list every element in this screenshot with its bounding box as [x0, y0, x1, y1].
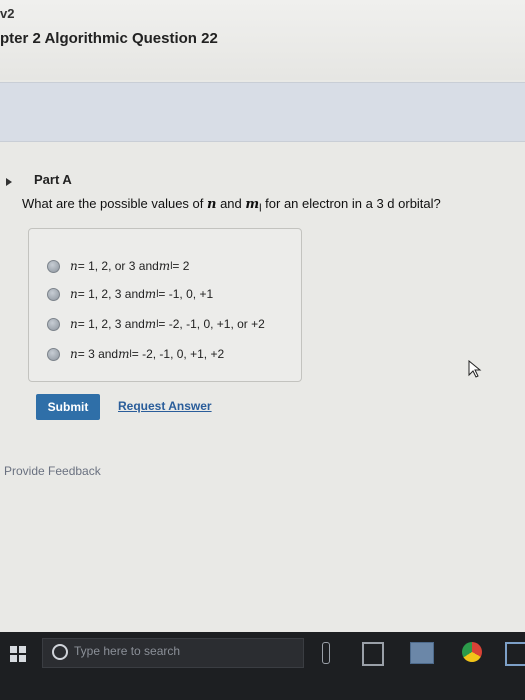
question-prefix: What are the possible values of: [22, 196, 207, 211]
answer-options: n = 1, 2, or 3 and ml = 2 n = 1, 2, 3 an…: [28, 228, 302, 382]
option-text-a: = 1, 2, 3 and: [77, 287, 145, 301]
var-ml: m: [245, 197, 260, 212]
taskbar-search-placeholder[interactable]: Type here to search: [74, 644, 180, 658]
question-suffix: for an electron in a 3 d orbital?: [261, 196, 441, 211]
radio-button-icon[interactable]: [47, 347, 60, 361]
radio-button-icon[interactable]: [47, 259, 60, 273]
option-var-n: n: [70, 287, 78, 301]
answer-option[interactable]: n = 3 and ml = -2, -1, 0, +1, +2: [47, 345, 224, 363]
option-var-m: m: [158, 259, 171, 273]
header-divider-band: [0, 82, 525, 142]
edge-icon[interactable]: [505, 642, 525, 666]
provide-feedback-link[interactable]: Provide Feedback: [4, 464, 101, 478]
option-text-b: = 2: [172, 259, 190, 273]
chrome-icon[interactable]: [462, 642, 482, 662]
option-var-m: m: [118, 347, 130, 361]
page-title: pter 2 Algorithmic Question 22: [0, 30, 218, 47]
option-var-m: m: [144, 287, 157, 301]
radio-button-icon[interactable]: [47, 317, 60, 331]
question-mid: and: [216, 196, 246, 211]
option-var-n: n: [70, 317, 78, 331]
option-text-b: = -2, -1, 0, +1, +2: [131, 347, 225, 361]
mouse-cursor-icon: [468, 360, 482, 378]
windows-start-icon[interactable]: [10, 646, 26, 662]
option-text-b: = -1, 0, +1: [158, 287, 214, 301]
option-text-a: = 3 and: [77, 347, 119, 361]
answer-option[interactable]: n = 1, 2, 3 and ml = -1, 0, +1: [47, 285, 213, 303]
question-text: What are the possible values of n and ml…: [22, 196, 441, 215]
option-var-m: m: [144, 317, 157, 331]
microphone-icon[interactable]: [322, 642, 330, 664]
collapse-arrow-icon[interactable]: [6, 178, 12, 186]
request-answer-link[interactable]: Request Answer: [118, 399, 212, 413]
answer-option[interactable]: n = 1, 2, or 3 and ml = 2: [47, 257, 189, 275]
part-label[interactable]: Part A: [34, 172, 72, 187]
option-text-b: = -2, -1, 0, +1, or +2: [158, 317, 265, 331]
option-var-n: n: [70, 259, 78, 273]
file-explorer-icon[interactable]: [410, 642, 434, 664]
radio-button-icon[interactable]: [47, 287, 60, 301]
option-text-a: = 1, 2, 3 and: [77, 317, 145, 331]
task-view-icon[interactable]: [362, 642, 384, 666]
option-var-n: n: [70, 347, 78, 361]
breadcrumb: v2: [0, 6, 15, 21]
submit-button[interactable]: Submit: [36, 394, 100, 420]
option-text-a: = 1, 2, or 3 and: [77, 259, 159, 273]
answer-option[interactable]: n = 1, 2, 3 and ml = -2, -1, 0, +1, or +…: [47, 315, 265, 333]
cortana-icon[interactable]: [52, 644, 68, 660]
